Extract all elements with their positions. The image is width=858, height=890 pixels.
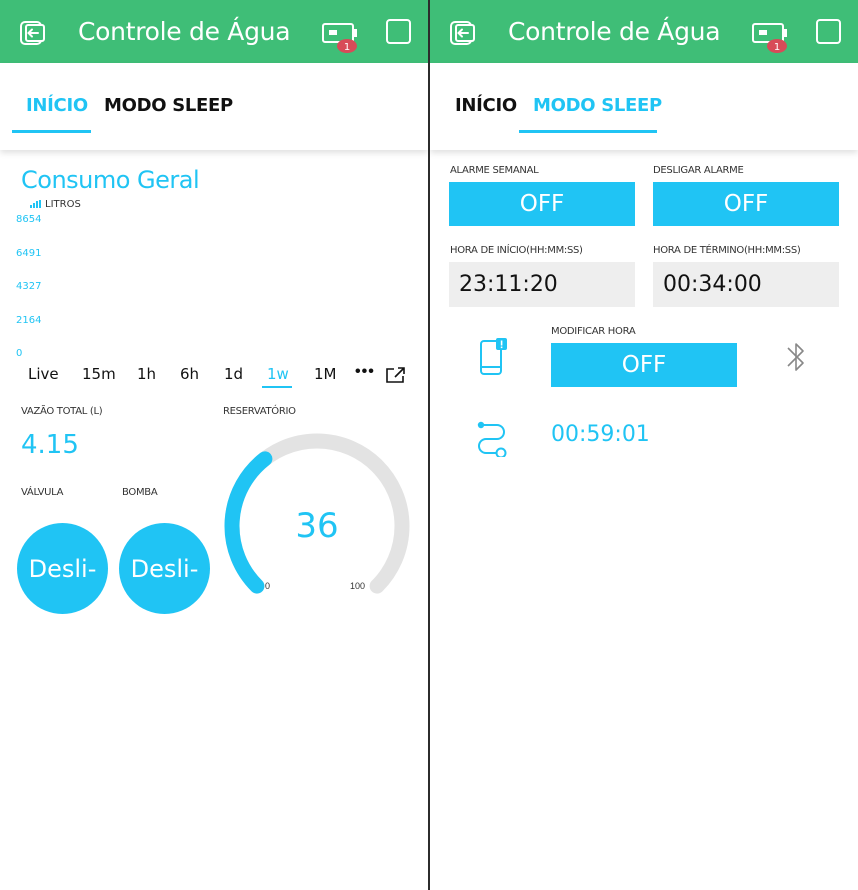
tab-indicator	[12, 130, 91, 133]
device-icon[interactable]: 1	[321, 20, 361, 54]
screen-inicio: Controle de Água 1 INÍCIO MODO SLEEP Con…	[0, 0, 428, 890]
period-1w[interactable]: 1w	[267, 365, 289, 383]
period-15m[interactable]: 15m	[82, 365, 116, 383]
alarme-semanal-label: ALARME SEMANAL	[450, 165, 539, 176]
tab-inicio[interactable]: INÍCIO	[26, 95, 88, 116]
hora-inicio-field[interactable]: 23:11:20	[449, 262, 635, 307]
chart-title: Consumo Geral	[21, 166, 200, 194]
legend-label: LITROS	[45, 199, 81, 210]
device-icon[interactable]: 1	[751, 20, 791, 54]
period-6h[interactable]: 6h	[180, 365, 199, 383]
y-tick: 6491	[16, 248, 42, 259]
back-icon[interactable]	[448, 20, 476, 46]
gauge-max: 100	[350, 581, 366, 591]
tab-inicio[interactable]: INÍCIO	[455, 95, 517, 116]
gauge-min: 0	[265, 581, 271, 591]
hora-inicio-label: HORA DE INÍCIO(HH:MM:SS)	[450, 245, 583, 256]
app-bar: Controle de Água 1	[430, 0, 858, 63]
y-tick: 0	[16, 348, 23, 359]
y-tick: 8654	[16, 214, 42, 225]
y-tick: 2164	[16, 315, 42, 326]
bomba-label: BOMBA	[122, 487, 158, 498]
timer-value: 00:59:01	[551, 422, 650, 447]
tab-modo-sleep[interactable]: MODO SLEEP	[104, 95, 233, 116]
period-live[interactable]: Live	[28, 365, 59, 383]
tab-modo-sleep[interactable]: MODO SLEEP	[533, 95, 662, 116]
vazao-value: 4.15	[21, 430, 79, 460]
period-indicator	[262, 386, 292, 388]
tab-bar: INÍCIO MODO SLEEP	[430, 63, 858, 150]
period-1d[interactable]: 1d	[224, 365, 243, 383]
more-button[interactable]: •••	[355, 363, 375, 381]
period-1m[interactable]: 1M	[314, 365, 337, 383]
tab-indicator	[519, 130, 657, 133]
modificar-hora-button[interactable]: OFF	[551, 343, 737, 387]
tab-bar: INÍCIO MODO SLEEP	[0, 63, 428, 150]
y-tick: 4327	[16, 281, 42, 292]
route-icon	[477, 421, 507, 457]
period-1h[interactable]: 1h	[137, 365, 156, 383]
bomba-button[interactable]: Desli-	[119, 523, 210, 614]
app-bar: Controle de Água 1	[0, 0, 428, 63]
alarme-semanal-button[interactable]: OFF	[449, 182, 635, 226]
hora-termino-label: HORA DE TÉRMINO(HH:MM:SS)	[653, 245, 801, 256]
chart-legend: LITROS	[30, 199, 81, 210]
modificar-hora-label: MODIFICAR HORA	[551, 326, 636, 337]
hora-termino-field[interactable]: 00:34:00	[653, 262, 839, 307]
desligar-alarme-label: DESLIGAR ALARME	[653, 165, 744, 176]
notification-count: 1	[774, 42, 780, 53]
valvula-button[interactable]: Desli-	[17, 523, 108, 614]
bluetooth-icon[interactable]	[784, 338, 808, 376]
square-icon[interactable]	[816, 19, 841, 44]
vazao-label: VAZÃO TOTAL (L)	[21, 406, 103, 417]
app-title: Controle de Água	[508, 17, 721, 46]
export-icon[interactable]	[385, 367, 405, 383]
square-icon[interactable]	[386, 19, 411, 44]
app-title: Controle de Água	[78, 17, 291, 46]
gauge-value: 36	[295, 506, 339, 546]
phone-notification-icon	[480, 338, 507, 375]
valvula-label: VÁLVULA	[21, 487, 64, 498]
notification-count: 1	[344, 42, 350, 53]
reservatorio-label: RESERVATÓRIO	[223, 406, 296, 417]
bar-chart-icon	[30, 200, 41, 208]
desligar-alarme-button[interactable]: OFF	[653, 182, 839, 226]
back-icon[interactable]	[18, 20, 46, 46]
screen-modo-sleep: Controle de Água 1 INÍCIO MODO SLEEP ALA…	[430, 0, 858, 890]
